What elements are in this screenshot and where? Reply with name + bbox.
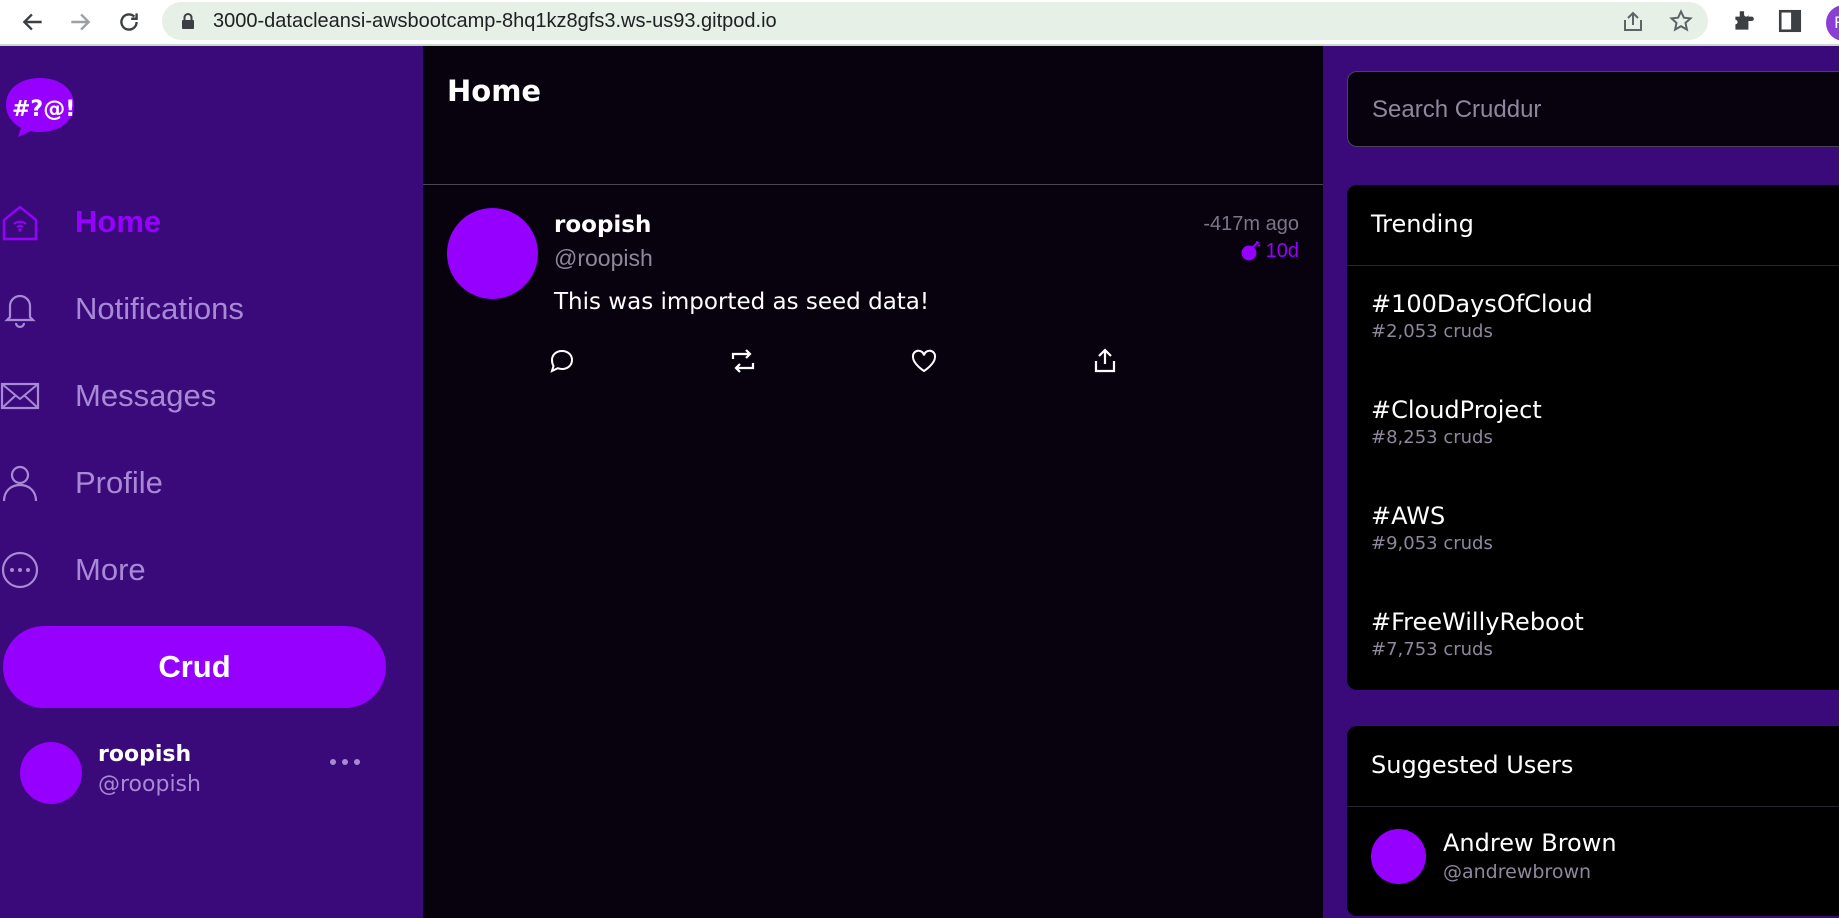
like-heart-icon[interactable]: [909, 346, 939, 376]
envelope-icon: [0, 382, 40, 410]
sidebar-item-profile[interactable]: Profile: [0, 457, 400, 507]
trending-item[interactable]: #AWS #9,053 cruds: [1371, 502, 1839, 572]
search-box[interactable]: [1347, 71, 1839, 147]
sidebar-item-home[interactable]: Home: [0, 196, 400, 246]
trending-tag: #CloudProject: [1371, 396, 1542, 424]
person-icon: [2, 465, 38, 502]
forward-icon[interactable]: [67, 9, 93, 35]
share-icon[interactable]: [1090, 346, 1120, 376]
suggested-user[interactable]: Andrew Brown @andrewbrown: [1371, 829, 1839, 889]
current-user-name: roopish: [98, 742, 192, 767]
trending-item[interactable]: #100DaysOfCloud #2,053 cruds: [1371, 290, 1839, 360]
search-input[interactable]: [1370, 92, 1834, 128]
trending-count: #9,053 cruds: [1371, 533, 1493, 554]
browser-profile-avatar[interactable]: R: [1826, 5, 1839, 41]
sidebar-item-label: Notifications: [75, 291, 244, 326]
trending-divider: [1347, 265, 1839, 266]
home-feed: Home roopish @roopish -417m ago 10d This…: [423, 46, 1323, 918]
trending-item[interactable]: #CloudProject #8,253 cruds: [1371, 396, 1839, 466]
reply-icon[interactable]: [547, 346, 577, 376]
post-expiry-label: 10d: [1265, 240, 1299, 262]
suggested-users-title: Suggested Users: [1371, 751, 1574, 779]
sidebar-item-label: Home: [75, 204, 162, 239]
url-text: 3000-datacleansi-awsbootcamp-8hq1kz8gfs3…: [213, 10, 777, 32]
repost-icon[interactable]: [728, 346, 758, 376]
trending-box: Trending #100DaysOfCloud #2,053 cruds #C…: [1347, 185, 1839, 690]
post-expiry: 10d: [1239, 240, 1299, 264]
trending-count: #2,053 cruds: [1371, 321, 1493, 342]
reload-icon[interactable]: [116, 9, 142, 35]
page-title: Home: [447, 74, 542, 108]
right-column: Trending #100DaysOfCloud #2,053 cruds #C…: [1323, 46, 1839, 918]
share-page-icon[interactable]: [1621, 10, 1645, 34]
lock-icon: [182, 13, 194, 29]
user-options-icon[interactable]: [328, 752, 362, 772]
crud-button[interactable]: Crud: [3, 626, 386, 708]
current-user-card[interactable]: roopish @roopish: [20, 742, 380, 812]
browser-toolbar: 3000-datacleansi-awsbootcamp-8hq1kz8gfs3…: [0, 0, 1839, 46]
address-bar[interactable]: 3000-datacleansi-awsbootcamp-8hq1kz8gfs3…: [162, 2, 1708, 40]
bell-icon: [4, 294, 36, 329]
activity-item[interactable]: roopish @roopish -417m ago 10d This was …: [423, 185, 1323, 395]
suggested-user-handle: @andrewbrown: [1443, 861, 1592, 883]
trending-tag: #100DaysOfCloud: [1371, 290, 1593, 318]
sidebar-item-label: More: [75, 552, 146, 587]
sidebar-item-messages[interactable]: Messages: [0, 370, 400, 420]
trending-count: #7,753 cruds: [1371, 639, 1493, 660]
trending-count: #8,253 cruds: [1371, 427, 1493, 448]
trending-title: Trending: [1371, 210, 1474, 238]
post-author-handle: @roopish: [554, 245, 653, 271]
more-circle-icon: [1, 551, 39, 589]
avatar[interactable]: [447, 208, 538, 299]
avatar: [20, 742, 82, 804]
sidebar: #?@! Home Notifications Messages Profile: [0, 46, 423, 918]
post-time-ago: -417m ago: [1203, 213, 1299, 235]
bookmark-star-icon[interactable]: [1669, 9, 1693, 33]
trending-item[interactable]: #FreeWillyReboot #7,753 cruds: [1371, 608, 1839, 678]
trending-tag: #FreeWillyReboot: [1371, 608, 1584, 636]
suggested-users-divider: [1347, 806, 1839, 807]
sidebar-item-more[interactable]: More: [0, 544, 400, 594]
back-icon[interactable]: [20, 9, 46, 35]
suggested-user-name: Andrew Brown: [1443, 829, 1617, 857]
sidebar-item-label: Messages: [75, 378, 217, 413]
avatar: [1371, 829, 1426, 884]
post-message: This was imported as seed data!: [554, 289, 930, 315]
post-author-name[interactable]: roopish: [554, 212, 651, 238]
trending-tag: #AWS: [1371, 502, 1446, 530]
side-panel-icon[interactable]: [1777, 8, 1803, 34]
bomb-icon: [1241, 241, 1260, 261]
logo-text: #?@!: [12, 97, 75, 122]
sidebar-item-label: Profile: [75, 465, 163, 500]
suggested-users-box: Suggested Users Andrew Brown @andrewbrow…: [1347, 726, 1839, 916]
extensions-puzzle-icon[interactable]: [1730, 8, 1756, 34]
home-icon: [2, 205, 38, 241]
current-user-handle: @roopish: [98, 772, 201, 797]
cruddur-logo[interactable]: #?@!: [4, 76, 76, 138]
sidebar-item-notifications[interactable]: Notifications: [0, 283, 400, 333]
